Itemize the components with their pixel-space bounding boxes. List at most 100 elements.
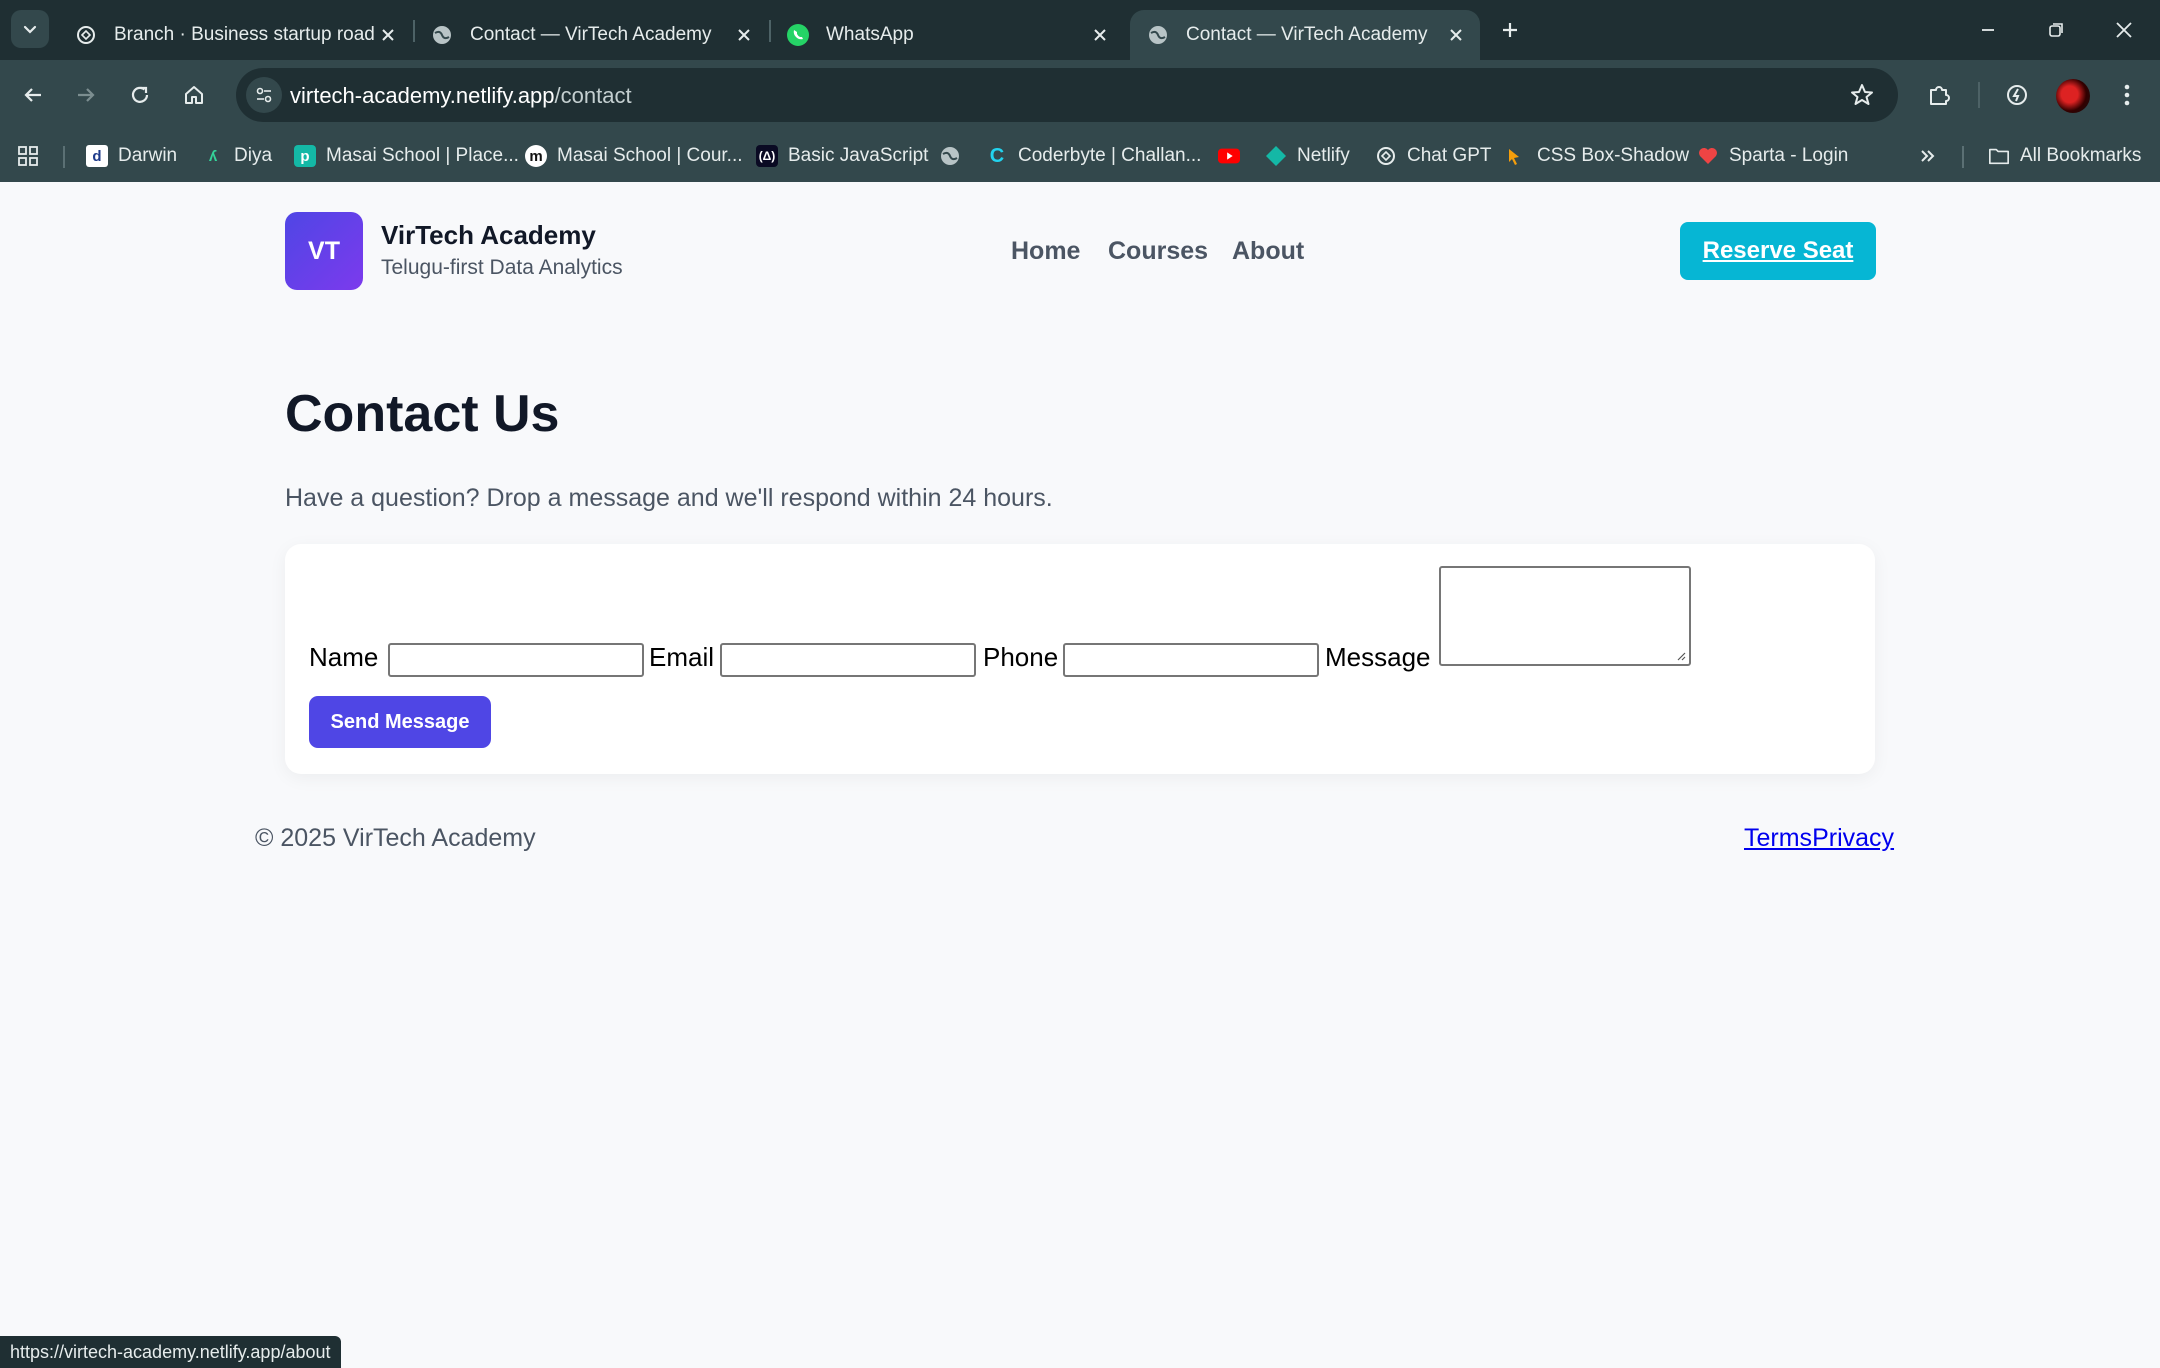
brand-name[interactable]: VirTech Academy [381,220,596,251]
diya-icon: ʎ [208,147,218,165]
freecodecamp-icon: (Δ) [756,145,778,167]
grid-icon [18,146,38,166]
close-tab-icon[interactable] [1086,21,1114,49]
darwin-icon: d [86,145,108,167]
bookmark-masai-placement[interactable]: p Masai School | Place... [294,138,519,174]
performance-button[interactable] [1997,75,2037,115]
nav-home[interactable]: Home [1011,237,1080,266]
globe-icon [430,23,454,47]
speed-icon [2007,85,2027,105]
puzzle-icon [1930,86,1950,105]
url-host: virtech-academy.netlify.app [290,83,555,108]
apps-button[interactable] [16,138,40,174]
youtube-icon [1218,145,1240,167]
bookmark-diya[interactable]: ʎ Diya [202,138,272,174]
address-bar[interactable]: virtech-academy.netlify.app/contact [236,68,1898,122]
double-chevron-right-icon [1921,150,1935,162]
send-message-button[interactable]: Send Message [309,696,491,748]
tab-title: WhatsApp [826,24,914,45]
bookmark-sparta[interactable]: Sparta - Login [1697,138,1848,174]
cssbox-icon [1505,145,1527,167]
nav-about[interactable]: About [1232,237,1304,266]
all-bookmarks-label: All Bookmarks [2020,145,2142,166]
bookmark-label: Masai School | Cour... [557,145,743,166]
url-text: virtech-academy.netlify.app/contact [290,83,632,109]
tab-contact-1[interactable]: Contact — VirTech Academy [414,10,768,60]
bookmark-label: Basic JavaScript [788,145,929,166]
minimize-icon [1982,29,1994,31]
bookmark-label: CSS Box-Shadow [1537,145,1690,166]
home-button[interactable] [174,75,214,115]
resize-grip-icon[interactable] [1676,651,1686,661]
terms-link[interactable]: Terms [1744,824,1812,852]
tab-contact-active[interactable]: Contact — VirTech Academy [1130,10,1480,60]
web-page: VT VirTech Academy Telugu-first Data Ana… [0,182,2160,1368]
tab-whatsapp[interactable]: WhatsApp [770,10,1124,60]
footer-copyright: © 2025 VirTech Academy [255,824,536,852]
close-icon [2116,22,2132,38]
profile-avatar[interactable] [2056,79,2090,113]
masai-p-icon: p [294,145,316,167]
star-icon [1851,84,1873,105]
bookmark-chatgpt[interactable]: Chat GPT [1375,138,1491,174]
bookmark-darwin[interactable]: d Darwin [86,138,177,174]
footer-links: TermsPrivacy [1744,824,1894,853]
bookmark-youtube[interactable] [1218,138,1250,174]
bookmark-label: Netlify [1297,145,1350,166]
email-input[interactable] [720,643,976,677]
reload-icon [131,86,149,103]
close-tab-icon[interactable] [730,21,758,49]
bookmark-star-button[interactable] [1848,81,1876,109]
message-textarea[interactable] [1439,566,1691,666]
site-info-button[interactable] [246,77,282,113]
site-logo[interactable]: VT [285,212,363,290]
close-window-button[interactable] [2104,10,2144,50]
new-tab-button[interactable] [1494,14,1526,46]
name-input[interactable] [388,643,644,677]
reload-button[interactable] [120,75,160,115]
bookmark-masai-course[interactable]: m Masai School | Cour... [525,138,743,174]
page-title: Contact Us [285,385,560,443]
whatsapp-icon [786,23,810,47]
bookmark-basic-js[interactable]: (Δ) Basic JavaScript [756,138,928,174]
bookmark-label: Sparta - Login [1729,145,1849,166]
url-path: /contact [554,83,632,108]
tune-icon [256,87,272,103]
home-icon [185,86,203,104]
bookmark-label: Coderbyte | Challan... [1018,145,1202,166]
more-bookmarks-button[interactable] [1918,138,1938,174]
close-tab-icon[interactable] [374,21,402,49]
back-button[interactable] [13,75,53,115]
status-bar-url: https://virtech-academy.netlify.app/abou… [0,1336,341,1368]
bookmark-globe[interactable] [939,138,971,174]
close-tab-icon[interactable] [1442,21,1470,49]
tab-branch[interactable]: Branch · Business startup roadmap [58,10,412,60]
tab-search-button[interactable] [11,10,49,48]
sparta-icon [1697,145,1719,167]
tab-title: Branch · Business startup roadmap [114,24,374,45]
nav-courses[interactable]: Courses [1108,237,1208,266]
coderbyte-icon: C [989,144,1005,167]
bookmark-netlify[interactable]: Netlify [1265,138,1350,174]
menu-button[interactable] [2107,75,2147,115]
privacy-link[interactable]: Privacy [1812,824,1894,852]
phone-input[interactable] [1063,643,1319,677]
all-bookmarks-button[interactable]: All Bookmarks [1988,138,2141,174]
netlify-icon [1265,145,1287,167]
reserve-seat-button[interactable]: Reserve Seat [1680,222,1876,280]
more-vert-icon [2124,84,2130,106]
bookmarks-divider [63,146,65,168]
minimize-button[interactable] [1968,10,2008,50]
globe-icon [939,145,961,167]
tab-strip: Branch · Business startup roadmap Contac… [0,0,2160,60]
message-label: Message [1325,642,1431,672]
arrow-right-icon [78,88,95,102]
extensions-button[interactable] [1919,75,1959,115]
tab-title: Contact — VirTech Academy [470,24,712,45]
name-label: Name [309,642,379,672]
forward-button[interactable] [66,75,106,115]
bookmark-css-box-shadow[interactable]: CSS Box-Shadow [1505,138,1689,174]
page-subtitle: Have a question? Drop a message and we'l… [285,484,1053,512]
restore-button[interactable] [2036,10,2076,50]
bookmark-coderbyte[interactable]: C Coderbyte | Challan... [986,138,1202,174]
